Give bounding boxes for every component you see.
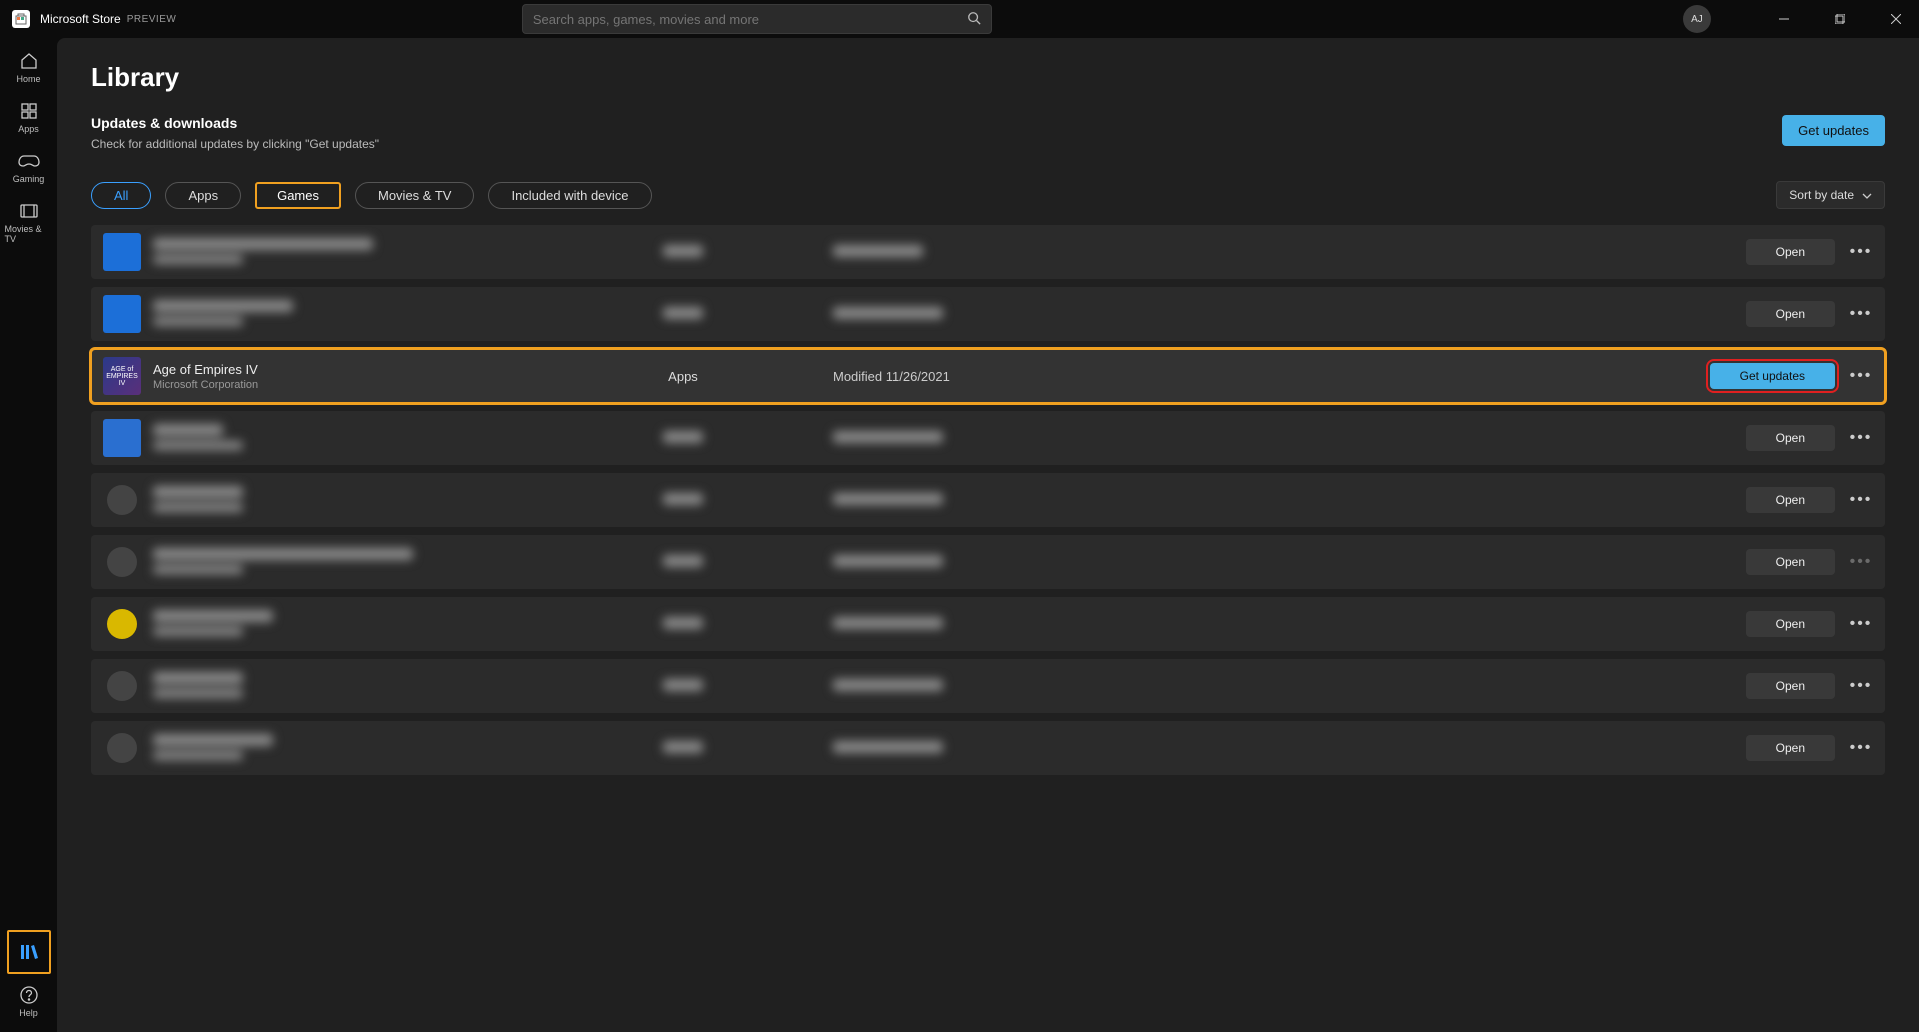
more-icon[interactable]: ••• xyxy=(1849,677,1873,695)
close-button[interactable] xyxy=(1873,4,1919,34)
row-thumb xyxy=(103,419,141,457)
get-updates-button[interactable]: Get updates xyxy=(1782,115,1885,146)
row-thumb xyxy=(103,233,141,271)
user-avatar[interactable]: AJ xyxy=(1683,5,1711,33)
sidebar: Home Apps Gaming Movies & TV xyxy=(0,38,57,1032)
open-button[interactable]: Open xyxy=(1746,549,1835,575)
help-icon xyxy=(20,984,38,1006)
library-row[interactable]: Open ••• xyxy=(91,535,1885,589)
more-icon[interactable]: ••• xyxy=(1849,367,1873,385)
nav-gaming[interactable]: Gaming xyxy=(5,144,53,190)
more-icon[interactable]: ••• xyxy=(1849,243,1873,261)
nav-movies-label: Movies & TV xyxy=(5,224,53,244)
tabs-row: All Apps Games Movies & TV Included with… xyxy=(91,181,1885,209)
nav-gaming-label: Gaming xyxy=(13,174,45,184)
minimize-button[interactable] xyxy=(1761,4,1807,34)
nav-apps[interactable]: Apps xyxy=(5,94,53,140)
maximize-button[interactable] xyxy=(1817,4,1863,34)
home-icon xyxy=(19,50,39,72)
sort-dropdown[interactable]: Sort by date xyxy=(1776,181,1885,209)
updates-subtext: Check for additional updates by clicking… xyxy=(91,137,379,151)
preview-badge: PREVIEW xyxy=(127,14,177,25)
row-get-updates-button[interactable]: Get updates xyxy=(1710,363,1835,389)
sort-label: Sort by date xyxy=(1789,188,1854,202)
titlebar: Microsoft Store PREVIEW AJ xyxy=(0,0,1919,38)
open-button[interactable]: Open xyxy=(1746,487,1835,513)
tab-all[interactable]: All xyxy=(91,182,151,209)
more-icon[interactable]: ••• xyxy=(1849,553,1873,571)
open-button[interactable]: Open xyxy=(1746,735,1835,761)
row-thumb xyxy=(107,609,137,639)
tab-apps[interactable]: Apps xyxy=(165,182,241,209)
open-button[interactable]: Open xyxy=(1746,301,1835,327)
more-icon[interactable]: ••• xyxy=(1849,429,1873,447)
library-row[interactable]: Open ••• xyxy=(91,597,1885,651)
row-publisher: Microsoft Corporation xyxy=(153,379,533,391)
open-button[interactable]: Open xyxy=(1746,611,1835,637)
search-icon[interactable] xyxy=(967,11,981,28)
tab-movies[interactable]: Movies & TV xyxy=(355,182,474,209)
row-category: Apps xyxy=(533,369,833,384)
library-row[interactable]: Open ••• xyxy=(91,411,1885,465)
row-thumb xyxy=(107,671,137,701)
library-list: Open ••• Open ••• AGE of EMPIRES IV Age … xyxy=(91,225,1885,775)
library-row[interactable]: Open ••• xyxy=(91,473,1885,527)
nav-home-label: Home xyxy=(16,74,40,84)
page-title: Library xyxy=(91,62,1885,93)
gaming-icon xyxy=(18,150,40,172)
nav-help[interactable]: Help xyxy=(5,978,53,1024)
tab-included[interactable]: Included with device xyxy=(488,182,651,209)
open-button[interactable]: Open xyxy=(1746,425,1835,451)
app-name: Microsoft Store xyxy=(40,12,121,26)
updates-header: Updates & downloads Check for additional… xyxy=(91,115,1885,151)
nav-movies[interactable]: Movies & TV xyxy=(5,194,53,250)
nav-library[interactable] xyxy=(7,930,51,974)
nav-apps-label: Apps xyxy=(18,124,39,134)
library-row[interactable]: Open ••• xyxy=(91,721,1885,775)
row-thumb xyxy=(107,485,137,515)
more-icon[interactable]: ••• xyxy=(1849,491,1873,509)
updates-heading: Updates & downloads xyxy=(91,115,379,131)
movies-icon xyxy=(19,200,39,222)
nav-home[interactable]: Home xyxy=(5,44,53,90)
library-row[interactable]: Open ••• xyxy=(91,659,1885,713)
row-thumb xyxy=(107,547,137,577)
open-button[interactable]: Open xyxy=(1746,673,1835,699)
apps-icon xyxy=(19,100,39,122)
library-row[interactable]: Open ••• xyxy=(91,287,1885,341)
more-icon[interactable]: ••• xyxy=(1849,739,1873,757)
more-icon[interactable]: ••• xyxy=(1849,615,1873,633)
row-title: Age of Empires IV xyxy=(153,362,533,377)
search-box[interactable] xyxy=(522,4,992,34)
library-row-highlighted[interactable]: AGE of EMPIRES IV Age of Empires IV Micr… xyxy=(91,349,1885,403)
row-thumb-aoe: AGE of EMPIRES IV xyxy=(103,357,141,395)
library-row[interactable]: Open ••• xyxy=(91,225,1885,279)
search-input[interactable] xyxy=(533,12,967,27)
nav-help-label: Help xyxy=(19,1008,38,1018)
chevron-down-icon xyxy=(1862,188,1872,202)
titlebar-right: AJ xyxy=(1683,4,1919,34)
more-icon[interactable]: ••• xyxy=(1849,305,1873,323)
tab-games[interactable]: Games xyxy=(255,182,341,209)
row-thumb xyxy=(103,295,141,333)
search-wrapper xyxy=(522,4,992,34)
store-logo-icon xyxy=(12,10,30,28)
content: Library Updates & downloads Check for ad… xyxy=(57,38,1919,1032)
row-thumb xyxy=(107,733,137,763)
library-icon xyxy=(18,941,40,963)
row-modified: Modified 11/26/2021 xyxy=(833,369,1133,384)
open-button[interactable]: Open xyxy=(1746,239,1835,265)
